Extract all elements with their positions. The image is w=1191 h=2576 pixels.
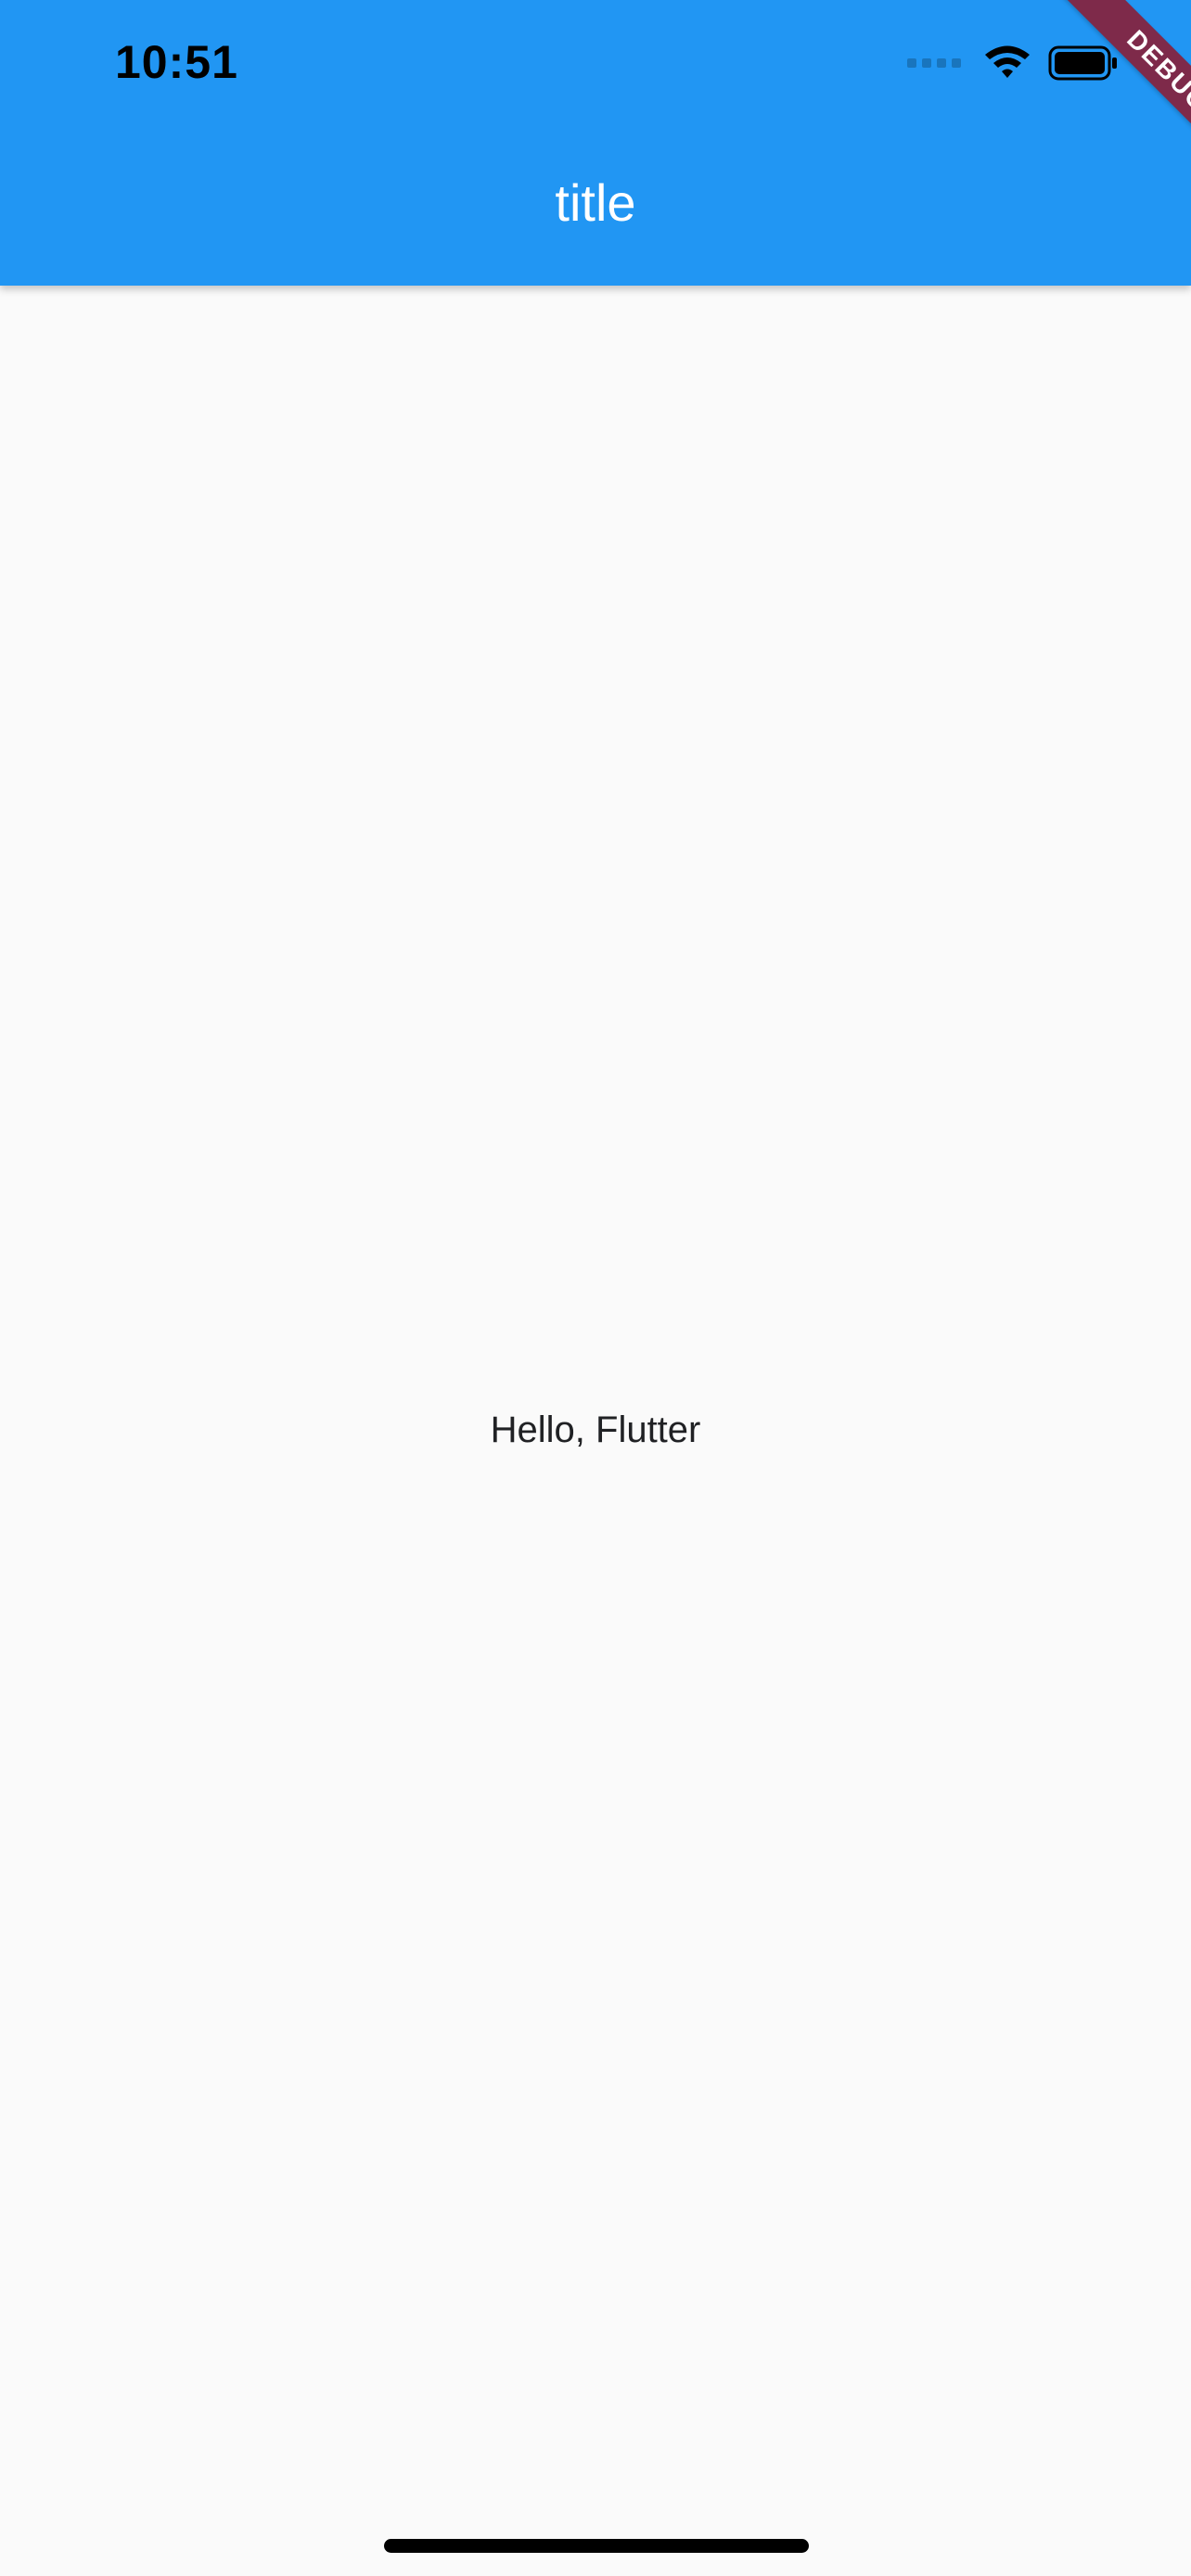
home-indicator[interactable] xyxy=(384,2539,809,2553)
status-time: 10:51 xyxy=(115,36,238,88)
app-bar: 10:51 title xyxy=(0,0,1191,286)
app-bar-title: title xyxy=(555,173,636,232)
hello-text: Hello, Flutter xyxy=(490,1409,701,1450)
debug-banner: DEBUG xyxy=(1024,0,1191,167)
main-content: Hello, Flutter xyxy=(0,286,1191,2576)
signal-icon xyxy=(907,58,961,68)
debug-banner-label: DEBUG xyxy=(1055,0,1191,167)
